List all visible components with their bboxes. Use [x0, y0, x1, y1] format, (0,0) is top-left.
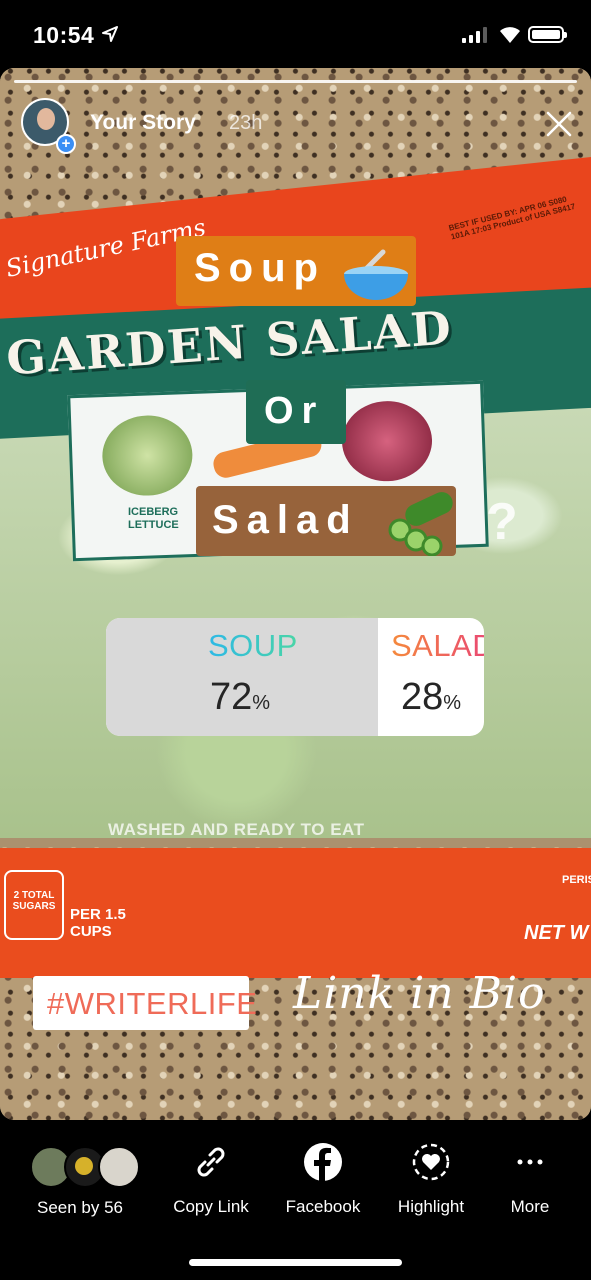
home-indicator[interactable]	[189, 1259, 402, 1266]
salad-sticker: Salad	[196, 486, 456, 556]
soup-sticker: Soup	[176, 236, 416, 306]
more-label: More	[510, 1197, 550, 1216]
poll-option-soup-percent: 72%	[210, 676, 271, 718]
link-icon	[197, 1147, 225, 1177]
poll-sticker[interactable]: SOUP 72% SALAD 28%	[106, 618, 484, 736]
status-time: 10:54	[33, 22, 95, 48]
hashtag-sticker[interactable]: #WRITERLIFE	[33, 976, 257, 1030]
copy-link-button[interactable]: Copy Link	[170, 1142, 252, 1217]
location-arrow-icon	[102, 26, 118, 42]
highlight-heart-icon	[412, 1143, 450, 1181]
soup-bowl-icon	[344, 249, 408, 300]
washed-text: WASHED AND READY TO EAT	[108, 820, 365, 839]
add-story-icon[interactable]: +	[56, 134, 76, 154]
cellular-signal-icon	[462, 26, 487, 43]
story-time-ago: 23h	[229, 112, 263, 134]
soup-sticker-text: Soup	[194, 246, 326, 290]
facebook-icon	[304, 1143, 342, 1181]
close-icon[interactable]	[545, 110, 573, 138]
wifi-icon	[500, 27, 520, 43]
viewer-avatar	[98, 1146, 140, 1188]
salad-sticker-text: Salad	[212, 498, 359, 542]
or-sticker: Or	[246, 380, 346, 444]
sugars-badge: 2 TOTAL SUGARS	[4, 870, 64, 940]
perishable-text: PERIS	[562, 874, 591, 886]
highlight-label: Highlight	[397, 1197, 465, 1216]
copy-link-label: Copy Link	[173, 1197, 249, 1216]
viewer-avatars[interactable]	[30, 1146, 142, 1188]
battery-icon	[528, 26, 567, 43]
status-bar: 10:54	[0, 0, 591, 68]
more-button[interactable]: More	[500, 1142, 560, 1217]
link-in-bio-text: Link in Bio	[293, 968, 546, 1019]
story-owner-title: Your Story	[90, 111, 196, 134]
net-weight-text: NET W	[524, 922, 589, 944]
highlight-button[interactable]: Highlight	[391, 1142, 471, 1217]
story-progress-bar	[14, 80, 577, 83]
per-serving-text: PER 1.5 CUPS	[70, 906, 126, 940]
cucumber-icon	[388, 492, 453, 556]
more-dots-icon	[517, 1159, 543, 1165]
question-mark-sticker: ?	[486, 493, 518, 551]
facebook-label: Facebook	[285, 1197, 361, 1216]
poll-option-salad-percent: 28%	[401, 676, 462, 718]
story-viewer[interactable]: Signature Farms GARDEN SALAD BEST IF USE…	[0, 68, 591, 1120]
seen-by-button[interactable]: Seen by 56	[37, 1198, 123, 1218]
iceberg-text: ICEBERG LETTUCE	[128, 506, 179, 531]
poll-option-salad-label[interactable]: SALAD	[391, 628, 484, 664]
poll-option-soup-label[interactable]: SOUP	[208, 628, 298, 664]
facebook-share-button[interactable]: Facebook	[282, 1142, 364, 1217]
